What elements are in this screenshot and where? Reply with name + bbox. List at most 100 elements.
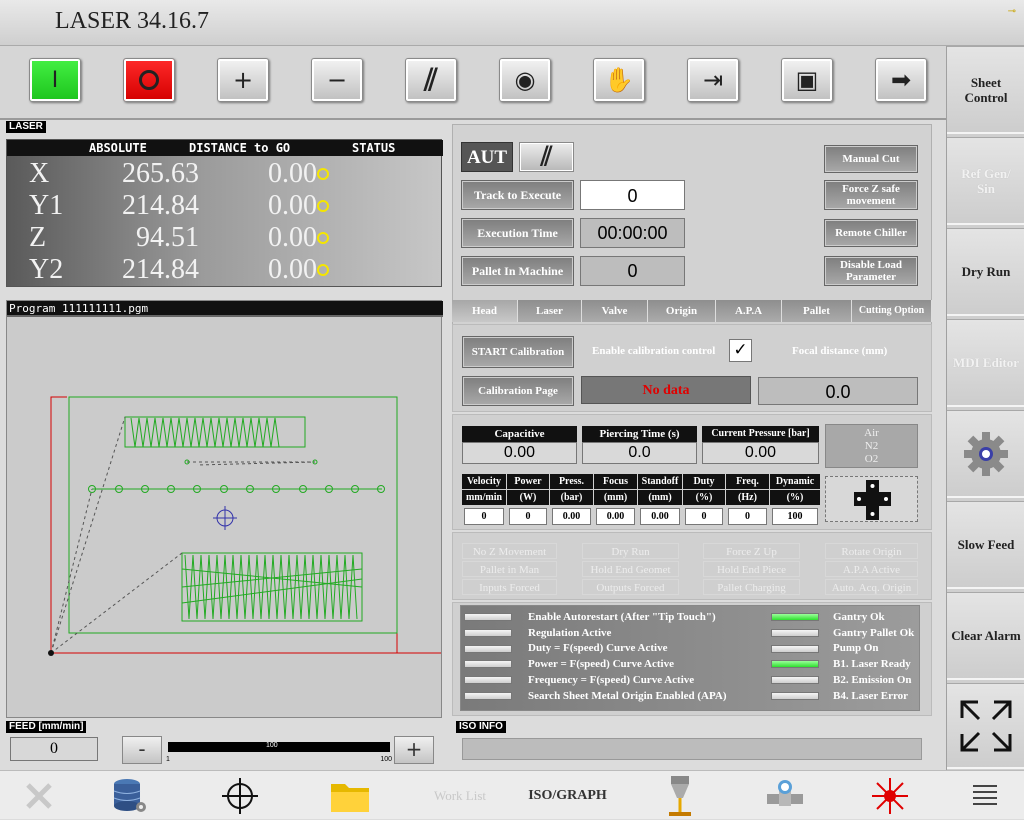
tab-head[interactable]: Head bbox=[452, 300, 518, 322]
track-to-execute-field[interactable]: 0 bbox=[580, 180, 685, 210]
stop-button[interactable] bbox=[123, 58, 175, 102]
mode-indicator: AUT bbox=[461, 142, 513, 172]
hand-exit-button[interactable]: ▣ bbox=[781, 58, 833, 102]
param-unit: (%) bbox=[770, 490, 820, 505]
sheet-control-button[interactable]: Sheet Control bbox=[947, 46, 1024, 134]
status-label: B1. Laser Ready bbox=[833, 658, 911, 670]
status-label: Gantry Ok bbox=[833, 611, 885, 623]
status-label: Search Sheet Metal Origin Enabled (APA) bbox=[528, 690, 727, 702]
option-hold-end-piece[interactable]: Hold End Piece bbox=[703, 561, 800, 577]
disable-load-parameter-button[interactable]: Disable Load Parameter bbox=[824, 256, 918, 286]
gas-n2: N2 bbox=[864, 440, 879, 452]
distance-header: DISTANCE to GO bbox=[189, 141, 291, 155]
ref-gen-sin-button[interactable]: Ref Gen/ Sin bbox=[947, 137, 1024, 225]
fullscreen-button[interactable] bbox=[947, 683, 1024, 769]
laser-button[interactable] bbox=[860, 771, 920, 820]
feed-minus-button[interactable]: - bbox=[122, 736, 162, 764]
axis-distance: 0.00 bbox=[268, 190, 317, 221]
axis-row-y2: Y2 214.84 0.00 bbox=[7, 254, 443, 286]
start-button[interactable]: I bbox=[29, 58, 81, 102]
nozzle-button[interactable] bbox=[655, 771, 705, 820]
exit-button[interactable]: ➡ bbox=[875, 58, 927, 102]
option-apa-active[interactable]: A.P.A Active bbox=[825, 561, 918, 577]
feed-plus-button[interactable]: + bbox=[394, 736, 434, 764]
option-auto-acq-origin[interactable]: Auto. Acq. Origin bbox=[825, 579, 918, 595]
clear-alarm-button[interactable]: Clear Alarm bbox=[947, 592, 1024, 680]
param-value-power: 0 bbox=[509, 508, 547, 525]
jog-pad-button[interactable] bbox=[825, 476, 918, 522]
tab-origin[interactable]: Origin bbox=[648, 300, 716, 322]
option-no-z-movement[interactable]: No Z Movement bbox=[462, 543, 557, 559]
cycle-mode-button[interactable]: ⫽ bbox=[519, 142, 574, 172]
folder-icon bbox=[331, 783, 369, 812]
start-calibration-button[interactable]: START Calibration bbox=[462, 336, 574, 368]
valve-button[interactable] bbox=[755, 771, 815, 820]
settings-button[interactable] bbox=[947, 410, 1024, 498]
option-pallet-in-man[interactable]: Pallet in Man bbox=[462, 561, 557, 577]
option-pallet-charging[interactable]: Pallet Charging bbox=[703, 579, 800, 595]
tab-laser[interactable]: Laser bbox=[518, 300, 582, 322]
param-unit: (%) bbox=[683, 490, 725, 505]
enable-calibration-checkbox[interactable]: ✓ bbox=[729, 339, 752, 362]
feed-slider-track bbox=[168, 742, 390, 752]
piercing-time-value: 0.0 bbox=[582, 442, 697, 464]
axis-status-indicator bbox=[317, 264, 329, 276]
right-sidebar: Sheet Control Ref Gen/ Sin Dry Run MDI E… bbox=[946, 46, 1024, 770]
param-header: Velocity bbox=[462, 474, 506, 489]
option-rotate-origin[interactable]: Rotate Origin bbox=[825, 543, 918, 559]
tab-pallet[interactable]: Pallet bbox=[782, 300, 852, 322]
hand-button[interactable]: ✋ bbox=[593, 58, 645, 102]
mdi-editor-button[interactable]: MDI Editor bbox=[947, 319, 1024, 407]
param-value-velocity: 0 bbox=[464, 508, 504, 525]
valve-icon bbox=[767, 779, 803, 806]
dry-run-button[interactable]: Dry Run bbox=[947, 228, 1024, 316]
start-icon: I bbox=[51, 67, 59, 93]
tab-cutting-option[interactable]: Cutting Option bbox=[852, 300, 932, 322]
status-led bbox=[464, 629, 512, 637]
manual-cut-button[interactable]: Manual Cut bbox=[824, 145, 918, 173]
status-label: B2. Emission On bbox=[833, 674, 912, 686]
option-outputs-forced[interactable]: Outputs Forced bbox=[582, 579, 679, 595]
slow-feed-button[interactable]: Slow Feed bbox=[947, 501, 1024, 589]
axis-absolute: 214.84 bbox=[122, 254, 199, 285]
tab-valve[interactable]: Valve bbox=[582, 300, 648, 322]
option-force-z-up[interactable]: Force Z Up bbox=[703, 543, 800, 559]
param-value-frequency: 0 bbox=[728, 508, 767, 525]
feed-slider-value: 100 bbox=[266, 742, 278, 749]
param-unit: (bar) bbox=[550, 490, 593, 505]
minus-button[interactable]: − bbox=[311, 58, 363, 102]
stop-icon bbox=[139, 70, 159, 90]
iso-graph-button[interactable]: ISO/GRAPH bbox=[515, 771, 620, 820]
parallel-lines-button[interactable]: ⫽ bbox=[405, 58, 457, 102]
work-list-button[interactable]: Work List bbox=[410, 771, 510, 820]
option-dry-run[interactable]: Dry Run bbox=[582, 543, 679, 559]
force-z-safe-button[interactable]: Force Z safe movement bbox=[824, 180, 918, 210]
status-label: Gantry Pallet Ok bbox=[833, 627, 915, 639]
status-label: Duty = F(speed) Curve Active bbox=[528, 642, 668, 654]
list-button[interactable] bbox=[950, 771, 1020, 820]
calibration-page-button[interactable]: Calibration Page bbox=[462, 376, 574, 406]
axis-row-x: X 265.63 0.00 bbox=[7, 158, 443, 190]
status-label: Enable Autorestart (After "Tip Touch") bbox=[528, 611, 716, 623]
origin-button[interactable]: ◉ bbox=[499, 58, 551, 102]
axis-row-z: Z 94.51 0.00 bbox=[7, 222, 443, 254]
option-hold-end-geomet[interactable]: Hold End Geomet bbox=[582, 561, 679, 577]
option-inputs-forced[interactable]: Inputs Forced bbox=[462, 579, 557, 595]
crosshair-button[interactable] bbox=[210, 771, 270, 820]
axis-distance: 0.00 bbox=[268, 158, 317, 189]
status-led bbox=[464, 676, 512, 684]
remote-chiller-button[interactable]: Remote Chiller bbox=[824, 219, 918, 247]
close-button[interactable] bbox=[0, 771, 78, 820]
program-graph[interactable] bbox=[7, 319, 441, 717]
execution-time-value: 00:00:00 bbox=[580, 218, 685, 248]
database-button[interactable] bbox=[100, 771, 160, 820]
crosshair-icon bbox=[213, 506, 237, 530]
parallel-lines-icon: ⫽ bbox=[424, 62, 438, 98]
folder-button[interactable] bbox=[320, 771, 380, 820]
plus-button[interactable]: + bbox=[217, 58, 269, 102]
tab-apa[interactable]: A.P.A bbox=[716, 300, 782, 322]
step-button[interactable]: ⇥ bbox=[687, 58, 739, 102]
feed-override-slider[interactable]: 100 1 100 bbox=[166, 740, 392, 766]
gas-o2: O2 bbox=[864, 453, 879, 465]
exit-icon: ➡ bbox=[890, 66, 912, 94]
